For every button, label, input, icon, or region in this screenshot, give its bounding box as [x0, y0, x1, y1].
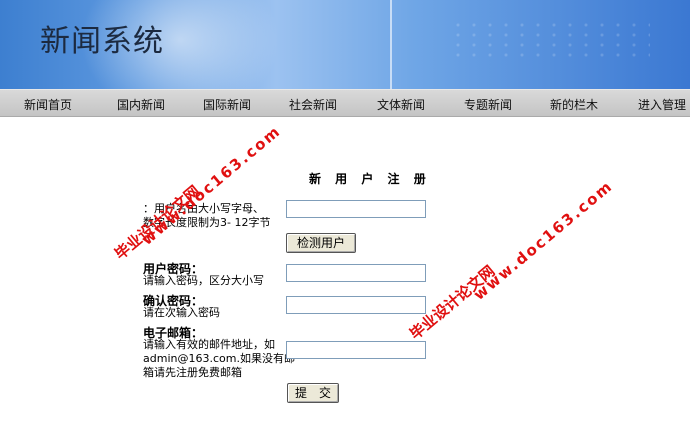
password-input[interactable] — [286, 264, 426, 282]
nav-item-domestic[interactable]: 国内新闻 — [117, 96, 165, 113]
nav-item-new-column[interactable]: 新的栏木 — [550, 96, 598, 113]
email-input[interactable] — [286, 341, 426, 359]
main-nav: 新闻首页 国内新闻 国际新闻 社会新闻 文体新闻 专题新闻 新的栏木 进入管理 — [0, 89, 690, 117]
site-title: 新闻系统 — [40, 24, 164, 59]
email-hint-line1: 请输入有效的邮件地址，如 — [143, 338, 275, 351]
nav-item-society[interactable]: 社会新闻 — [289, 96, 337, 113]
header-banner: 新闻系统 — [0, 0, 690, 89]
confirm-password-hint: 请在次输入密码 — [143, 306, 220, 319]
watermark-url-right: www.doc163.com — [470, 176, 617, 304]
nav-item-home[interactable]: 新闻首页 — [24, 96, 72, 113]
banner-pattern — [450, 20, 650, 60]
password-hint: 请输入密码，区分大小写 — [143, 274, 264, 287]
nav-item-international[interactable]: 国际新闻 — [203, 96, 251, 113]
email-hint-line2: admin@163.com.如果没有邮 — [143, 352, 295, 365]
form-title: 新 用 户 注 册 — [309, 172, 431, 186]
banner-streak — [390, 0, 392, 89]
submit-button[interactable]: 提 交 — [287, 383, 339, 403]
confirm-password-input[interactable] — [286, 296, 426, 314]
check-user-button[interactable]: 检测用户 — [286, 233, 356, 253]
nav-item-topics[interactable]: 专题新闻 — [464, 96, 512, 113]
nav-item-culture-sports[interactable]: 文体新闻 — [377, 96, 425, 113]
email-hint-line3: 箱请先注册免费邮箱 — [143, 366, 242, 379]
username-input[interactable] — [286, 200, 426, 218]
nav-item-admin[interactable]: 进入管理 — [638, 96, 686, 113]
